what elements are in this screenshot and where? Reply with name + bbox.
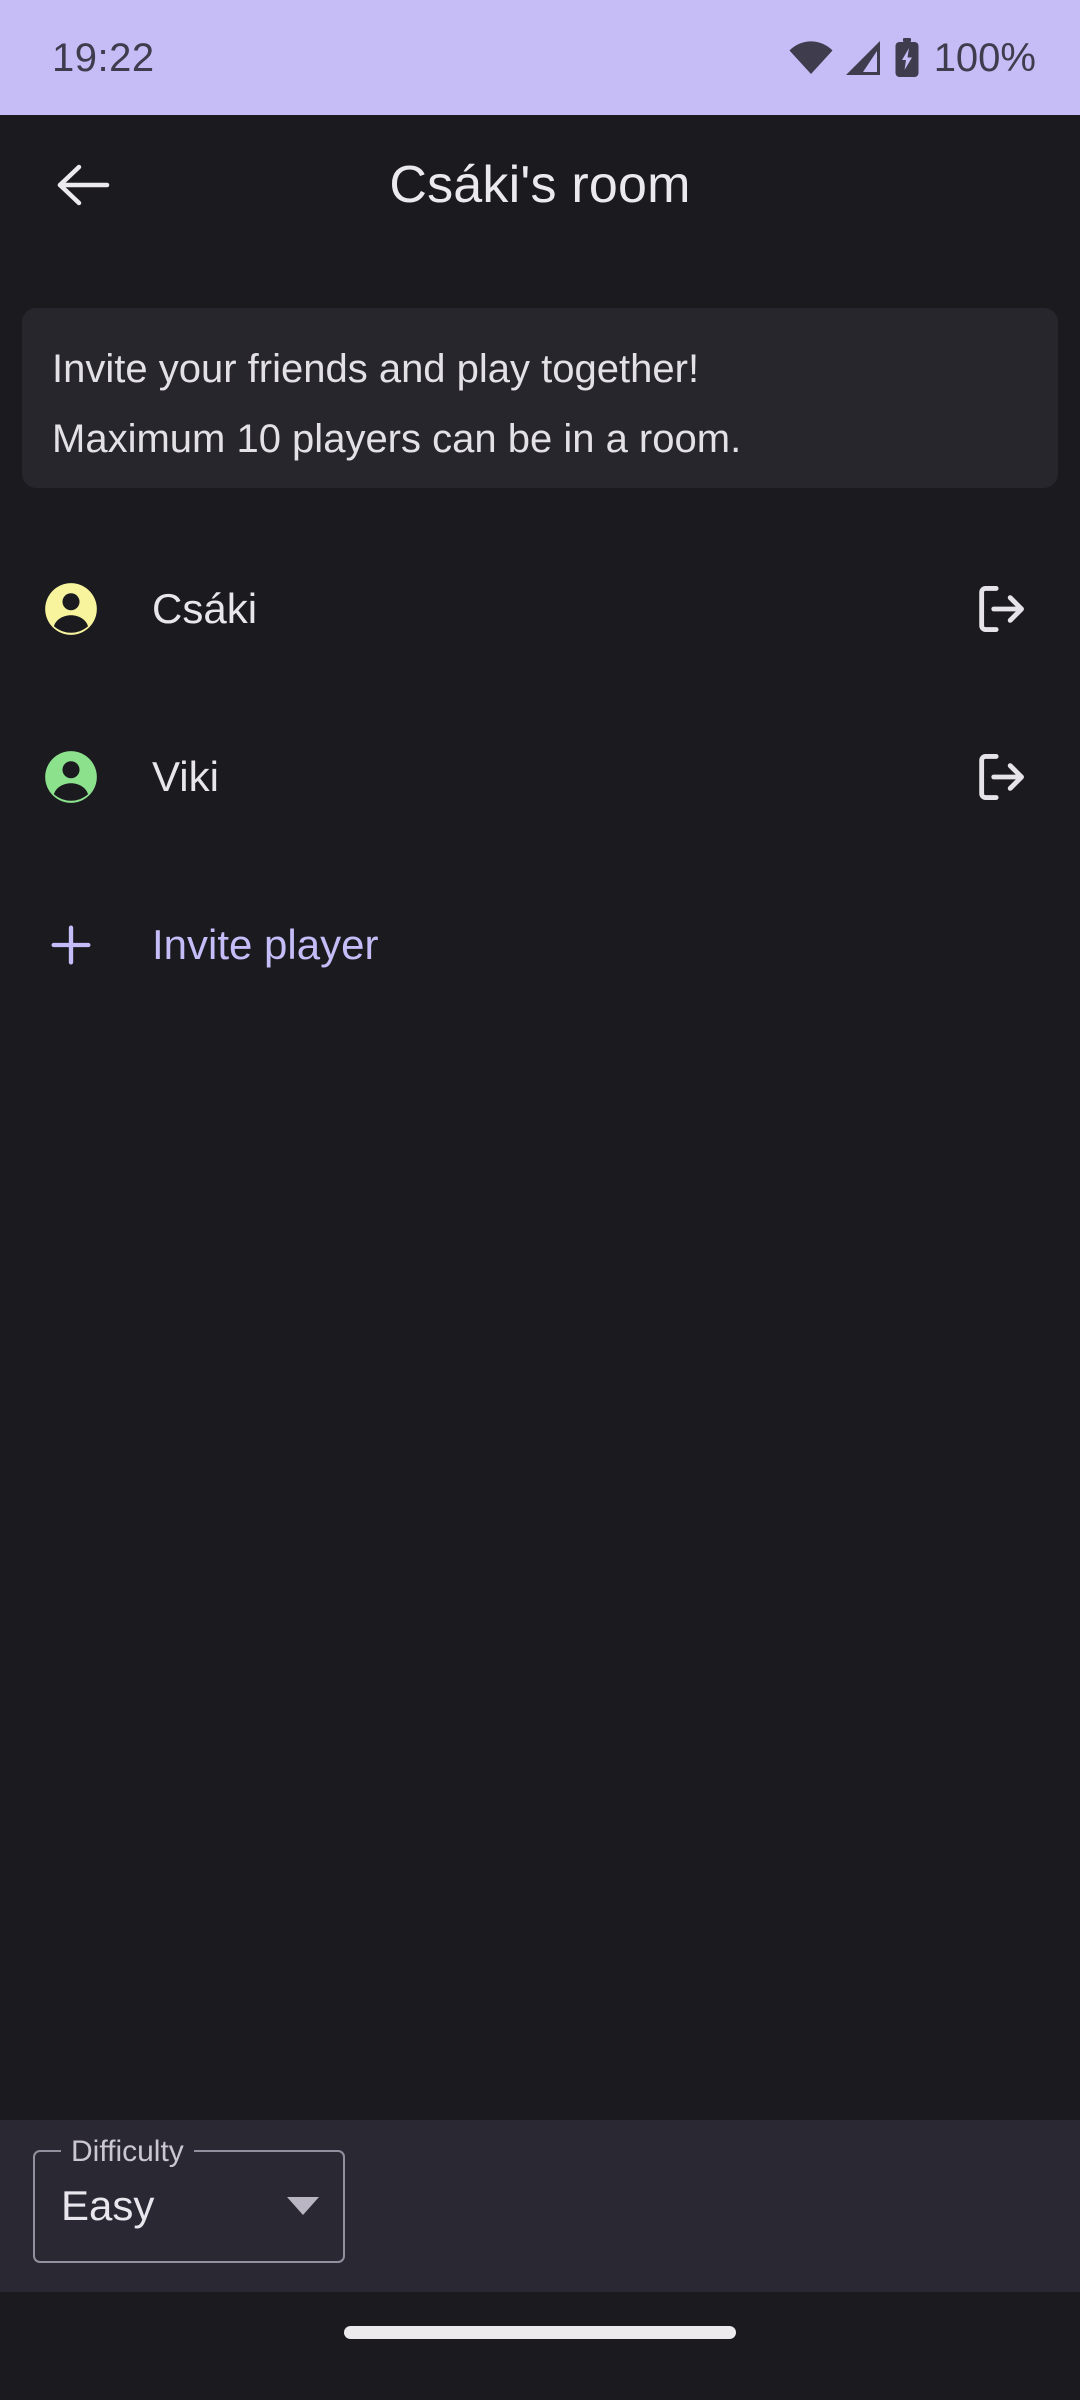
chevron-down-icon (287, 2197, 319, 2215)
remove-player-button[interactable] (966, 574, 1036, 644)
page-title: Csáki's room (389, 156, 691, 214)
player-name: Csáki (152, 585, 258, 632)
difficulty-select[interactable]: Difficulty Easy (33, 2134, 345, 2263)
system-navigation-bar (0, 2292, 1080, 2400)
room-info-card: Invite your friends and play together! M… (22, 308, 1058, 488)
cellular-signal-icon (845, 40, 880, 75)
status-bar: 19:22 100% (0, 0, 1080, 115)
home-indicator[interactable] (344, 2326, 736, 2339)
player-row[interactable]: Csáki (0, 525, 1080, 693)
app-screen: 19:22 100% Csáki's room Invite your frie… (0, 0, 1080, 2400)
logout-icon (979, 586, 1024, 632)
account-circle-icon (45, 583, 97, 635)
bottom-action-bar: Difficulty Easy Start (0, 2120, 1080, 2292)
player-list: Csáki Viki Invite player (0, 525, 1080, 1029)
app-bar: Csáki's room (0, 115, 1080, 255)
difficulty-value: Easy (61, 2182, 155, 2229)
remove-player-button[interactable] (966, 742, 1036, 812)
battery-percentage-label: 100% (933, 35, 1036, 80)
wifi-icon (789, 40, 833, 74)
account-circle-icon (45, 751, 97, 803)
plus-icon (40, 914, 102, 976)
invite-player-row[interactable]: Invite player (0, 861, 1080, 1029)
player-name: Viki (152, 753, 219, 800)
status-bar-indicators: 100% (788, 35, 1036, 80)
difficulty-label: Difficulty (61, 2134, 194, 2169)
logout-icon (979, 754, 1024, 800)
status-bar-clock: 19:22 (52, 35, 155, 80)
info-card-line-2: Maximum 10 players can be in a room. (52, 417, 742, 461)
info-card-line-1: Invite your friends and play together! (52, 347, 700, 391)
battery-charging-icon (895, 37, 919, 77)
player-row[interactable]: Viki (0, 693, 1080, 861)
invite-player-label: Invite player (152, 921, 379, 968)
